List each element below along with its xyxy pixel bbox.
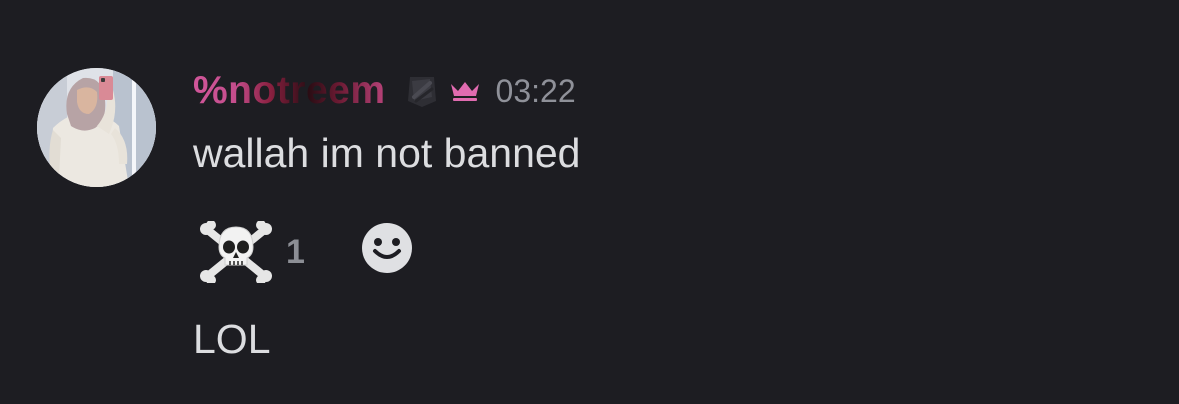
reaction-count: 1 xyxy=(286,233,305,271)
message-timestamp: 03:22 xyxy=(495,73,576,109)
guild-tag-icon[interactable] xyxy=(402,71,442,111)
add-reaction-button[interactable] xyxy=(361,222,413,274)
message-header: %notreem 03:22 xyxy=(193,66,576,116)
avatar-photo-icon xyxy=(37,68,156,187)
chat-view: %notreem 03:22 wallah im not banned 1 LO… xyxy=(0,0,1179,404)
crown-icon xyxy=(448,80,482,102)
smiley-icon xyxy=(362,223,412,273)
skull-crossbones-icon xyxy=(197,220,275,285)
message-content: wallah im not banned xyxy=(193,130,581,176)
user-avatar[interactable] xyxy=(37,68,156,187)
reaction-skull[interactable]: 1 xyxy=(197,220,305,285)
next-message-content: LOL xyxy=(193,316,271,362)
username[interactable]: %notreem xyxy=(193,66,386,116)
